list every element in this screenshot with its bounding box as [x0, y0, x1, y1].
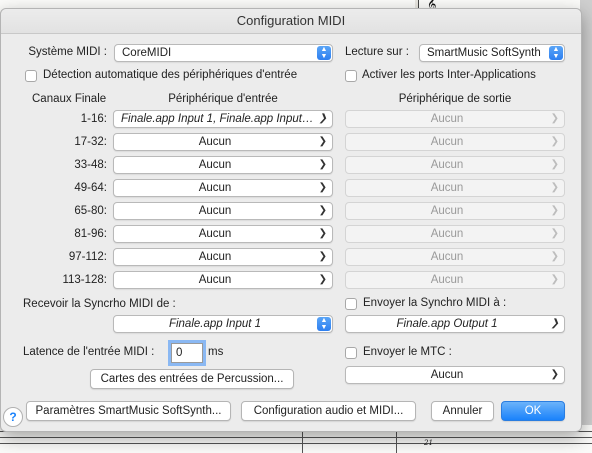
input-device-select[interactable]: Aucun ❯ [113, 202, 333, 220]
mtc-select[interactable]: Aucun ❯ [345, 366, 565, 384]
chevron-down-icon: ❯ [550, 318, 559, 329]
latency-input[interactable]: 0 [171, 343, 203, 363]
midi-system-label: Système MIDI : [28, 46, 107, 58]
channel-label: 113-128: [62, 274, 107, 286]
input-device-select[interactable]: Aucun ❯ [113, 179, 333, 197]
help-button[interactable]: ? [3, 407, 23, 427]
playback-select[interactable]: SmartMusic SoftSynth ▲ ▼ [419, 44, 565, 62]
latency-label: Latence de l'entrée MIDI : [23, 346, 155, 358]
chevron-down-icon: ❯ [318, 159, 327, 170]
mtc-label: Envoyer le MTC : [363, 346, 452, 358]
input-device-select[interactable]: Aucun ❯ [113, 248, 333, 266]
stepper-arrows-icon: ▲ ▼ [549, 46, 563, 60]
chevron-down-icon: ❯ [318, 182, 327, 193]
chevron-down-icon: ❯ [550, 159, 559, 170]
auto-detect-label: Détection automatique des périphériques … [43, 69, 298, 81]
output-device-select: Aucun ❯ [345, 179, 565, 197]
input-device-select[interactable]: Aucun ❯ [113, 156, 333, 174]
output-device-select: Aucun ❯ [345, 202, 565, 220]
sync-receive-label: Recevoir la Syncrho MIDI de : [23, 298, 176, 310]
input-device-select[interactable]: Aucun ❯ [113, 271, 333, 289]
sync-receive-select[interactable]: Finale.app Input 1 ▲ ▼ [113, 315, 333, 333]
chevron-down-icon: ❯ [318, 251, 327, 262]
input-device-select[interactable]: Aucun ❯ [113, 225, 333, 243]
inter-app-checkbox[interactable] [345, 70, 357, 82]
input-device-select[interactable]: Aucun ❯ [113, 133, 333, 151]
chevron-down-icon: ❯ [550, 251, 559, 262]
channel-label: 65-80: [74, 205, 107, 217]
auto-detect-checkbox[interactable] [25, 70, 37, 82]
midi-configuration-dialog: Configuration MIDI Système MIDI : CoreMI… [0, 8, 582, 432]
sync-send-checkbox[interactable] [345, 298, 357, 310]
chevron-down-icon: ❯ [318, 136, 327, 147]
channel-label: 17-32: [74, 136, 107, 148]
measure-number: 21 [424, 439, 433, 447]
cancel-button[interactable]: Annuler [431, 401, 494, 421]
sync-send-label: Envoyer la Synchro MIDI à : [363, 297, 507, 309]
output-device-select: Aucun ❯ [345, 110, 565, 128]
chevron-down-icon: ❯ [318, 113, 327, 124]
ok-button[interactable]: OK [501, 401, 565, 421]
channel-label: 33-48: [74, 159, 107, 171]
chevron-down-icon: ❯ [550, 369, 559, 380]
channel-label: 97-112: [68, 251, 107, 263]
stepper-arrows-icon: ▲ ▼ [317, 46, 331, 60]
chevron-down-icon: ❯ [550, 182, 559, 193]
chevron-down-icon: ❯ [550, 205, 559, 216]
channel-label: 1-16: [80, 113, 107, 125]
midi-system-select[interactable]: CoreMIDI ▲ ▼ [114, 44, 333, 62]
chevron-down-icon: ❯ [550, 274, 559, 285]
chevron-down-icon: ❯ [550, 113, 559, 124]
chevron-down-icon: ❯ [318, 205, 327, 216]
percussion-maps-button[interactable]: Cartes des entrées de Percussion... [90, 369, 294, 389]
output-device-header: Périphérique de sortie [398, 93, 512, 105]
inter-app-label: Activer les ports Inter-Applications [362, 69, 536, 81]
sync-send-select[interactable]: Finale.app Output 1 ❯ [345, 315, 565, 333]
smartmusic-settings-button[interactable]: Paramètres SmartMusic SoftSynth... [26, 401, 231, 421]
channels-header: Canaux Finale [32, 93, 107, 105]
stepper-arrows-icon: ▲ ▼ [317, 317, 331, 331]
input-device-header: Périphérique d'entrée [168, 93, 278, 105]
channel-label: 49-64: [74, 182, 107, 194]
output-device-select: Aucun ❯ [345, 133, 565, 151]
chevron-down-icon: ❯ [318, 274, 327, 285]
latency-unit: ms [208, 346, 224, 358]
chevron-down-icon: ❯ [318, 228, 327, 239]
output-device-select: Aucun ❯ [345, 271, 565, 289]
playback-label: Lecture sur : [345, 46, 409, 58]
output-device-select: Aucun ❯ [345, 225, 565, 243]
channel-label: 81-96: [74, 228, 107, 240]
audio-midi-setup-button[interactable]: Configuration audio et MIDI... [241, 401, 416, 421]
output-device-select: Aucun ❯ [345, 156, 565, 174]
output-device-select: Aucun ❯ [345, 248, 565, 266]
mtc-checkbox[interactable] [345, 347, 357, 359]
dialog-title: Configuration MIDI [1, 9, 581, 34]
input-device-select[interactable]: Finale.app Input 1, Finale.app Input 2,.… [113, 110, 333, 128]
chevron-down-icon: ❯ [550, 136, 559, 147]
chevron-down-icon: ❯ [550, 228, 559, 239]
